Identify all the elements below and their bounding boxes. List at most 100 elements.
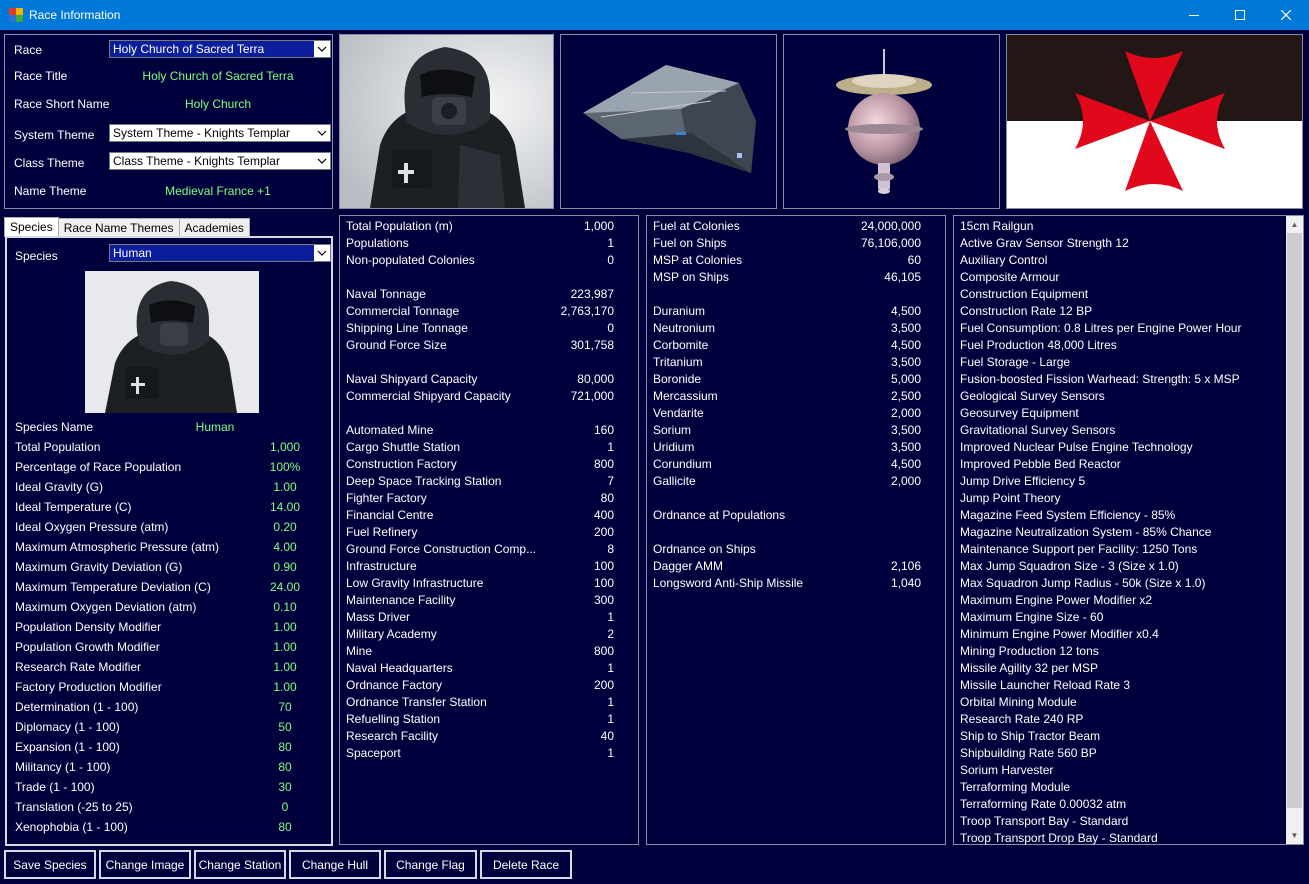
save-species-button[interactable]: Save Species xyxy=(4,850,96,879)
technology-item[interactable]: Mining Production 12 tons xyxy=(960,644,1099,661)
technology-item[interactable]: Missile Launcher Reload Rate 3 xyxy=(960,678,1130,695)
summary-label: Fighter Factory xyxy=(346,491,427,505)
race-flag[interactable] xyxy=(1006,34,1303,209)
hull-image[interactable] xyxy=(560,34,777,209)
resource-value: 4,500 xyxy=(890,338,921,352)
technology-item[interactable]: Fuel Production 48,000 Litres xyxy=(960,338,1117,355)
technology-item[interactable]: Improved Nuclear Pulse Engine Technology xyxy=(960,440,1193,457)
tab-race-name-themes[interactable]: Race Name Themes xyxy=(57,218,180,237)
change-flag-button[interactable]: Change Flag xyxy=(384,850,477,879)
change-station-button[interactable]: Change Station xyxy=(194,850,286,879)
technology-item[interactable]: Maintenance Support per Facility: 1250 T… xyxy=(960,542,1197,559)
resource-label: Fuel at Colonies xyxy=(653,219,740,233)
summary-label: Total Population (m) xyxy=(346,219,453,233)
technology-item[interactable]: Magazine Feed System Efficiency - 85% xyxy=(960,508,1175,525)
technology-item[interactable]: Maximum Engine Power Modifier x2 xyxy=(960,593,1152,610)
summary-value: 1,000 xyxy=(583,219,614,233)
tech-scrollbar[interactable]: ▲ ▼ xyxy=(1286,216,1303,844)
change-image-button[interactable]: Change Image xyxy=(99,850,191,879)
summary-value: 80 xyxy=(600,491,614,505)
summary-label: Fuel Refinery xyxy=(346,525,418,539)
resource-row: Sorium 3,500 xyxy=(653,423,921,440)
technology-item[interactable]: Max Jump Squadron Size - 3 (Size x 1.0) xyxy=(960,559,1179,576)
technology-item[interactable]: Fusion-boosted Fission Warhead: Strength… xyxy=(960,372,1240,389)
summary-value: 1 xyxy=(607,661,614,675)
system-theme-select[interactable]: System Theme - Knights Templar xyxy=(109,124,331,142)
technology-item[interactable]: Gravitational Survey Sensors xyxy=(960,423,1115,440)
technology-item[interactable]: Fuel Consumption: 0.8 Litres per Engine … xyxy=(960,321,1241,338)
summary-row: Non-populated Colonies 0 xyxy=(346,253,614,270)
species-stat-value: 50 xyxy=(278,720,292,734)
scroll-down-icon[interactable]: ▼ xyxy=(1286,827,1303,844)
technology-item[interactable]: Construction Rate 12 BP xyxy=(960,304,1092,321)
technology-item[interactable]: Geological Survey Sensors xyxy=(960,389,1105,406)
summary-value: 200 xyxy=(593,525,614,539)
delete-race-button[interactable]: Delete Race xyxy=(480,850,572,879)
scroll-thumb[interactable] xyxy=(1287,233,1302,808)
technology-item[interactable]: Research Rate 240 RP xyxy=(960,712,1083,729)
technology-item[interactable]: Troop Transport Bay - Standard xyxy=(960,814,1128,831)
summary-label: Populations xyxy=(346,236,409,250)
race-label: Race xyxy=(14,43,43,57)
race-image[interactable] xyxy=(339,34,554,209)
technology-item[interactable]: Max Squadron Jump Radius - 50k (Size x 1… xyxy=(960,576,1205,593)
technology-item[interactable]: Fuel Storage - Large xyxy=(960,355,1070,372)
species-stat-value: 0.90 xyxy=(273,560,297,574)
scroll-up-icon[interactable]: ▲ xyxy=(1286,216,1303,233)
technology-item[interactable]: Terraforming Module xyxy=(960,780,1070,797)
chevron-down-icon[interactable] xyxy=(314,125,330,141)
technology-item[interactable]: Shipbuilding Rate 560 BP xyxy=(960,746,1097,763)
summary-label: Automated Mine xyxy=(346,423,434,437)
chevron-down-icon[interactable] xyxy=(314,245,330,261)
resource-value: 60 xyxy=(907,253,921,267)
species-stat-value: 0 xyxy=(281,800,289,814)
class-theme-row: Class Theme Class Theme - Knights Templa… xyxy=(5,152,333,174)
summary-label: Ground Force Size xyxy=(346,338,447,352)
maximize-button[interactable] xyxy=(1217,0,1263,30)
chevron-down-icon[interactable] xyxy=(314,41,330,57)
class-theme-select[interactable]: Class Theme - Knights Templar xyxy=(109,152,331,170)
resource-label: Neutronium xyxy=(653,321,716,335)
species-stat-value: 70 xyxy=(278,700,292,714)
technology-item[interactable]: Jump Point Theory xyxy=(960,491,1061,508)
summary-row: Refuelling Station 1 xyxy=(346,712,614,729)
technology-item[interactable]: Composite Armour xyxy=(960,270,1059,287)
technology-item[interactable]: Ship to Ship Tractor Beam xyxy=(960,729,1100,746)
tab-academies[interactable]: Academies xyxy=(178,218,250,237)
station-image[interactable] xyxy=(783,34,1000,209)
minimize-button[interactable] xyxy=(1171,0,1217,30)
technology-item[interactable]: Troop Transport Drop Bay - Standard xyxy=(960,831,1158,848)
close-button[interactable] xyxy=(1263,0,1309,30)
technology-item[interactable]: Missile Agility 32 per MSP xyxy=(960,661,1098,678)
summary-value: 1 xyxy=(607,712,614,726)
technology-item[interactable]: Minimum Engine Power Modifier x0.4 xyxy=(960,627,1159,644)
species-image[interactable] xyxy=(85,271,259,413)
change-hull-button[interactable]: Change Hull xyxy=(289,850,381,879)
summary-value: 7 xyxy=(607,474,614,488)
technology-item[interactable]: 15cm Railgun xyxy=(960,219,1033,236)
species-stat-value: 14.00 xyxy=(269,500,301,514)
tab-species[interactable]: Species xyxy=(4,217,59,237)
technology-item[interactable]: Magazine Neutralization System - 85% Cha… xyxy=(960,525,1211,542)
starship-hull-image xyxy=(561,35,776,208)
race-select[interactable]: Holy Church of Sacred Terra xyxy=(109,40,331,58)
technology-item[interactable]: Auxiliary Control xyxy=(960,253,1047,270)
resource-value: 4,500 xyxy=(890,457,921,471)
summary-value: 160 xyxy=(593,423,614,437)
summary-row: Financial Centre 400 xyxy=(346,508,614,525)
technology-item[interactable]: Geosurvey Equipment xyxy=(960,406,1079,423)
tab-strip: Species Race Name Themes Academies xyxy=(4,217,250,237)
species-stat-row: Factory Production Modifier 1.00 xyxy=(15,678,325,698)
technology-item[interactable]: Maximum Engine Size - 60 xyxy=(960,610,1103,627)
species-select[interactable]: Human xyxy=(109,244,331,262)
technology-item[interactable]: Jump Drive Efficiency 5 xyxy=(960,474,1085,491)
technology-item[interactable]: Construction Equipment xyxy=(960,287,1088,304)
technology-item[interactable]: Terraforming Rate 0.00032 atm xyxy=(960,797,1126,814)
technology-item[interactable]: Active Grav Sensor Strength 12 xyxy=(960,236,1129,253)
species-stat-row: Maximum Temperature Deviation (C) 24.00 xyxy=(15,578,325,598)
technology-item[interactable]: Improved Pebble Bed Reactor xyxy=(960,457,1121,474)
technology-item[interactable]: Orbital Mining Module xyxy=(960,695,1077,712)
chevron-down-icon[interactable] xyxy=(314,153,330,169)
resource-value: 3,500 xyxy=(890,321,921,335)
technology-item[interactable]: Sorium Harvester xyxy=(960,763,1053,780)
